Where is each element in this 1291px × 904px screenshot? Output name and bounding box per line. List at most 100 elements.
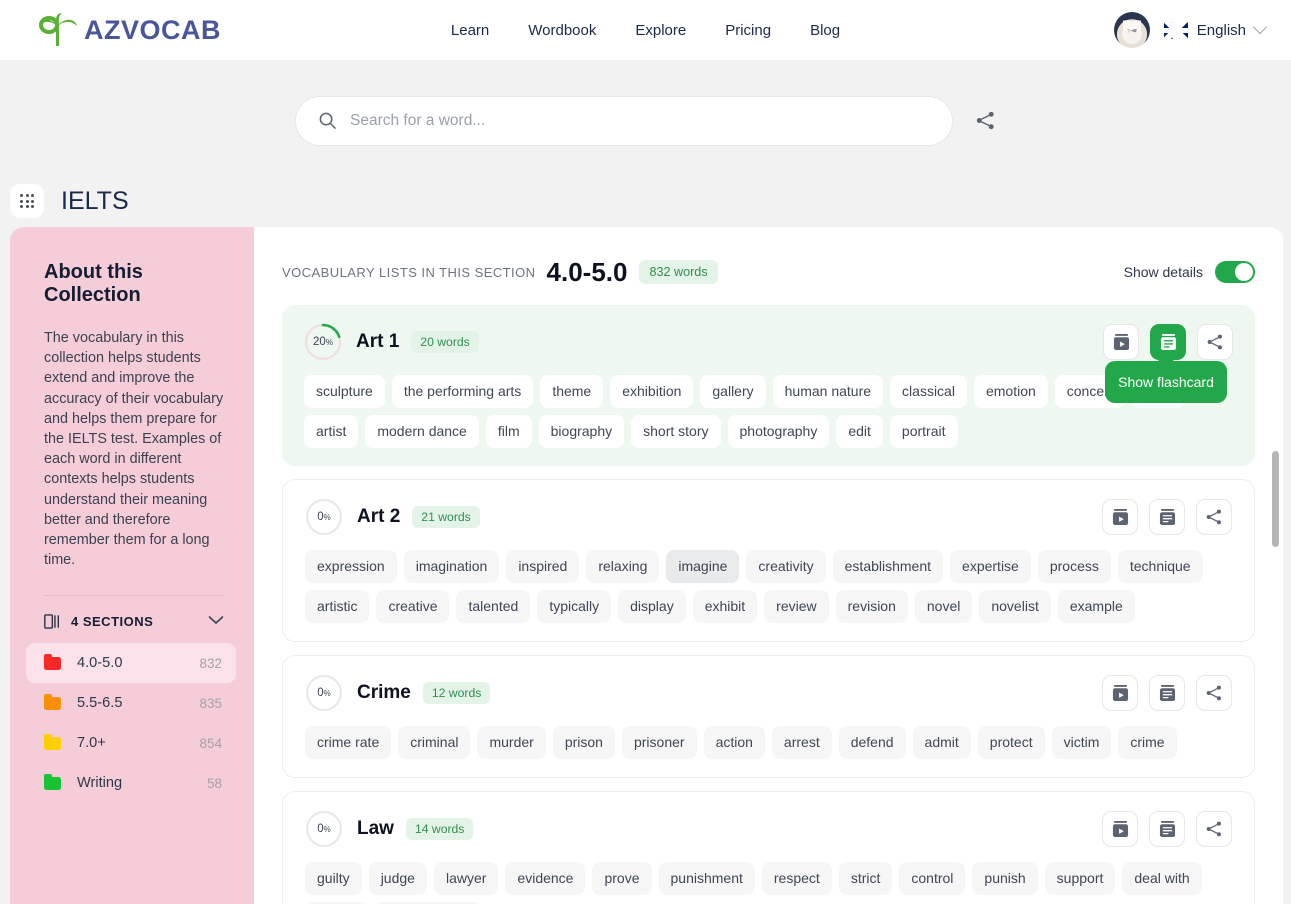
word-chip[interactable]: murder — [477, 726, 546, 759]
word-chip[interactable]: guilty — [305, 862, 362, 895]
play-video-button[interactable] — [1103, 324, 1139, 360]
word-chip[interactable]: sculpture — [304, 375, 385, 408]
word-chip-list: sculpture the performing arts theme exhibit… — [304, 375, 1233, 448]
word-chip[interactable]: evidence — [505, 862, 586, 895]
word-chip[interactable]: expertise — [950, 550, 1031, 583]
word-chip[interactable]: imagine — [666, 550, 740, 583]
word-chip[interactable]: prove — [592, 862, 652, 895]
word-chip[interactable]: theme — [540, 375, 604, 408]
word-chip[interactable]: artistic — [305, 590, 370, 623]
flashcard-icon — [1159, 684, 1175, 702]
word-chip[interactable]: punish — [972, 862, 1038, 895]
word-chip[interactable]: short story — [631, 415, 721, 448]
vertical-scrollbar[interactable] — [1272, 439, 1279, 904]
sidebar-item-5.5-6.5[interactable]: 5.5-6.5 835 — [26, 683, 236, 723]
word-chip[interactable]: inspired — [506, 550, 580, 583]
word-chip[interactable]: action — [703, 726, 765, 759]
word-chip[interactable]: biography — [538, 415, 625, 448]
play-video-button[interactable] — [1102, 499, 1138, 535]
word-chip[interactable]: review — [764, 590, 829, 623]
chevron-down-icon — [208, 616, 224, 625]
word-chip[interactable]: edit — [836, 415, 883, 448]
nav-item-explore[interactable]: Explore — [635, 22, 686, 39]
word-chip[interactable]: admit — [912, 726, 971, 759]
word-chip[interactable]: expression — [305, 550, 397, 583]
word-chip[interactable]: display — [618, 590, 686, 623]
nav-item-blog[interactable]: Blog — [810, 22, 840, 39]
word-chip[interactable]: revision — [835, 590, 908, 623]
word-chip[interactable]: modern dance — [365, 415, 479, 448]
sidebar-item-7.0-plus[interactable]: 7.0+ 854 — [26, 723, 236, 763]
word-chip[interactable]: relaxing — [586, 550, 660, 583]
word-chip[interactable]: example — [1057, 590, 1135, 623]
share-button[interactable] — [1196, 811, 1232, 847]
word-chip[interactable]: establishment — [832, 550, 944, 583]
folder-icon — [44, 773, 61, 790]
word-chip[interactable]: judge — [368, 862, 427, 895]
logo[interactable]: AZVOCAB — [36, 13, 221, 47]
word-chip[interactable]: classical — [890, 375, 967, 408]
word-chip[interactable]: crime — [1118, 726, 1177, 759]
word-chip[interactable]: support — [1044, 862, 1116, 895]
word-chip[interactable]: crime rate — [305, 726, 392, 759]
avatar[interactable] — [1113, 12, 1150, 48]
apps-grid-button[interactable] — [10, 184, 44, 218]
sections-header[interactable]: 4 SECTIONS — [44, 612, 224, 630]
word-chip[interactable]: defend — [838, 726, 906, 759]
word-chip[interactable]: imagination — [403, 550, 500, 583]
share-button[interactable] — [1197, 324, 1233, 360]
language-selector[interactable]: English — [1163, 20, 1268, 39]
word-chip[interactable]: technique — [1117, 550, 1203, 583]
share-button[interactable] — [1196, 499, 1232, 535]
word-chip[interactable]: creativity — [746, 550, 826, 583]
play-video-button[interactable] — [1102, 675, 1138, 711]
word-chip[interactable]: exhibit — [692, 590, 758, 623]
sidebar-item-writing[interactable]: Writing 58 — [26, 763, 236, 803]
word-chip[interactable]: creative — [376, 590, 450, 623]
word-chip[interactable]: the performing arts — [391, 375, 534, 408]
share-icon[interactable] — [975, 110, 996, 131]
word-chip[interactable]: arrest — [771, 726, 832, 759]
play-video-button[interactable] — [1102, 811, 1138, 847]
show-flashcard-button[interactable] — [1149, 675, 1185, 711]
word-chip-list: expression imagination inspired relaxing ima… — [305, 550, 1232, 623]
word-chip[interactable]: lawyer — [433, 862, 499, 895]
word-chip[interactable]: gallery — [700, 375, 766, 408]
sidebar-item-4.0-5.0[interactable]: 4.0-5.0 832 — [26, 643, 236, 684]
word-chip[interactable]: process — [1037, 550, 1111, 583]
word-chip[interactable]: novel — [914, 590, 973, 623]
word-chip[interactable]: deal with — [1122, 862, 1202, 895]
search-box[interactable]: Search for a word... — [295, 95, 953, 146]
video-card-icon — [1112, 820, 1128, 838]
word-chip[interactable]: protect — [977, 726, 1045, 759]
word-chip[interactable]: control — [899, 862, 966, 895]
word-chip[interactable]: emotion — [973, 375, 1048, 408]
nav-item-pricing[interactable]: Pricing — [725, 22, 771, 39]
word-chip[interactable]: punishment — [658, 862, 755, 895]
word-chip[interactable]: film — [485, 415, 532, 448]
word-chip[interactable]: photography — [727, 415, 830, 448]
word-chip[interactable]: victim — [1051, 726, 1112, 759]
word-chip[interactable]: human nature — [772, 375, 884, 408]
nav-item-learn[interactable]: Learn — [451, 22, 489, 39]
search-input-placeholder[interactable]: Search for a word... — [350, 112, 485, 130]
word-chip[interactable]: talented — [456, 590, 531, 623]
word-chip[interactable]: typically — [537, 590, 612, 623]
share-button[interactable] — [1196, 675, 1232, 711]
show-flashcard-button[interactable] — [1149, 499, 1185, 535]
progress-ring: 20% — [304, 323, 342, 361]
word-chip[interactable]: respect — [761, 862, 832, 895]
collapse-sections-button[interactable] — [208, 612, 224, 630]
word-chip[interactable]: portrait — [889, 415, 958, 448]
word-chip[interactable]: strict — [838, 862, 893, 895]
word-chip[interactable]: novelist — [979, 590, 1051, 623]
show-flashcard-button[interactable] — [1149, 811, 1185, 847]
scrollbar-thumb[interactable] — [1272, 451, 1279, 547]
nav-item-wordbook[interactable]: Wordbook — [528, 22, 596, 39]
word-chip[interactable]: prison — [552, 726, 615, 759]
word-chip[interactable]: prisoner — [621, 726, 697, 759]
show-details-toggle[interactable] — [1215, 261, 1255, 283]
word-chip[interactable]: artist — [304, 415, 359, 448]
word-chip[interactable]: criminal — [398, 726, 471, 759]
word-chip[interactable]: exhibition — [610, 375, 694, 408]
